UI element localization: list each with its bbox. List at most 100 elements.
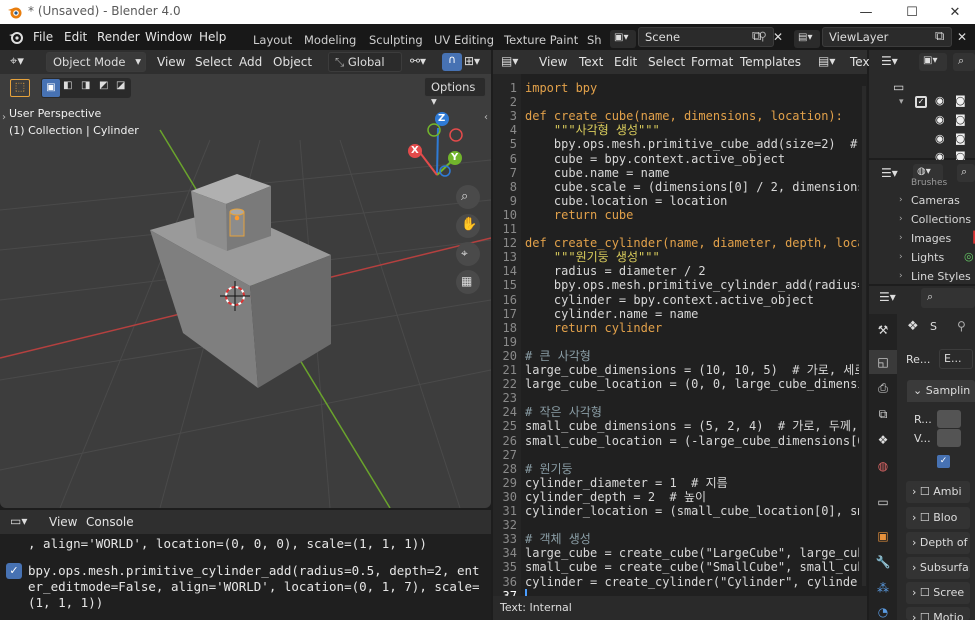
viewport-menu-view[interactable]: View xyxy=(157,55,185,69)
physics-tab-icon[interactable]: ◔ xyxy=(869,600,897,620)
code-line[interactable]: radius = diameter / 2 xyxy=(525,264,859,278)
view-layer-tab-icon[interactable]: ⧉ xyxy=(869,402,897,426)
viewlayer-selector-icon[interactable]: ▤▾ xyxy=(794,30,820,48)
browser-editor-icon[interactable]: ☰▾ xyxy=(881,166,898,180)
minimize-button[interactable]: — xyxy=(843,0,889,24)
visibility-eye-icon[interactable]: ◉ xyxy=(935,94,945,107)
code-line[interactable]: small_cube_dimensions = (5, 2, 4) # 가로, … xyxy=(525,419,859,433)
display-mode-icon[interactable]: ▣▾ xyxy=(919,53,947,71)
code-line[interactable]: cylinder = create_cylinder("Cylinder", c… xyxy=(525,575,859,589)
menu-file[interactable]: File xyxy=(33,30,53,44)
select-subtract-icon[interactable]: ◨ xyxy=(81,80,90,91)
console-editor-type-icon[interactable]: ▭▾ xyxy=(10,514,27,528)
collection-checkbox[interactable]: ✓ xyxy=(915,96,927,108)
code-line[interactable]: cube = bpy.context.active_object xyxy=(525,152,859,166)
code-line[interactable]: def create_cube(name, dimensions, locati… xyxy=(525,109,859,123)
particles-tab-icon[interactable]: ⁂ xyxy=(869,576,897,600)
code-line[interactable]: return cube xyxy=(525,208,859,222)
outliner-search-icon[interactable]: ⌕ xyxy=(953,53,975,71)
options-dropdown[interactable]: Options ▾ xyxy=(424,77,486,108)
scene-tab-icon[interactable]: ❖ xyxy=(869,428,897,452)
tab-layout[interactable]: Layout xyxy=(253,33,292,47)
expand-arrow-icon[interactable]: › xyxy=(899,252,903,262)
render-camera-icon[interactable]: ◙ xyxy=(955,94,966,107)
mode-selector[interactable]: Object Mode ▾ xyxy=(46,52,146,72)
outliner-item-images[interactable]: Images xyxy=(911,232,951,245)
ambient-occlusion-panel[interactable]: › ☐ Ambi xyxy=(906,481,970,503)
properties-editor-icon[interactable]: ☰▾ xyxy=(879,290,896,304)
world-tab-icon[interactable]: ◍ xyxy=(869,454,897,478)
tab-uv-editing[interactable]: UV Editing xyxy=(434,33,494,47)
snap-target-icon[interactable]: ⊞▾ xyxy=(464,54,480,68)
code-line[interactable]: large_cube = create_cube("LargeCube", la… xyxy=(525,546,859,560)
code-line[interactable]: # 큰 사각형 xyxy=(525,349,859,363)
expand-arrow-icon[interactable]: › xyxy=(899,195,903,205)
render-camera-icon-2[interactable]: ◙ xyxy=(955,113,966,126)
tab-modeling[interactable]: Modeling xyxy=(304,33,356,47)
render-engine-dropdown[interactable]: E... xyxy=(939,349,973,369)
text-datablock-name[interactable]: Tex xyxy=(850,55,870,69)
code-line[interactable]: cylinder_location = (small_cube_location… xyxy=(525,504,859,518)
render-tab-icon[interactable]: ◱ xyxy=(869,350,897,374)
collapse-arrow-icon[interactable]: ▾ xyxy=(899,97,904,107)
scene-selector-icon[interactable]: ▣▾ xyxy=(610,30,636,48)
screen-space-reflections-panel[interactable]: › ☐ Scree xyxy=(906,582,970,604)
code-line[interactable]: bpy.ops.mesh.primitive_cylinder_add(radi… xyxy=(525,278,859,292)
viewport-samples-field[interactable] xyxy=(937,429,961,447)
render-camera-icon-3[interactable]: ◙ xyxy=(955,132,966,145)
code-line[interactable]: cylinder_depth = 2 # 높이 xyxy=(525,490,859,504)
depth-of-field-panel[interactable]: › Depth of xyxy=(906,532,970,554)
select-intersect-icon[interactable]: ◪ xyxy=(116,80,125,91)
viewport-menu-object[interactable]: Object xyxy=(273,55,312,69)
outliner-item-lights[interactable]: Lights xyxy=(911,251,944,264)
subsurface-panel[interactable]: › Subsurfa xyxy=(906,557,970,579)
code-line[interactable] xyxy=(525,222,859,236)
pin-properties-icon[interactable]: ⚲ xyxy=(957,319,966,333)
outliner[interactable]: ☰▾ ▣▾ ⌕ ▭ ▾ ✓ ◉ ◙ ◉ ◙ ◉ ◙ ◉ ◙ xyxy=(869,50,975,163)
outliner-item-cameras[interactable]: Cameras xyxy=(911,194,960,207)
code-line[interactable] xyxy=(525,448,859,462)
code-line[interactable]: cube.name = name xyxy=(525,166,859,180)
collection-tab-icon[interactable]: ▭ xyxy=(869,490,897,514)
code-line[interactable] xyxy=(525,518,859,532)
console-menu-view[interactable]: View xyxy=(49,515,77,529)
code-line[interactable]: # 작은 사각형 xyxy=(525,405,859,419)
outliner-item-collections[interactable]: Collections xyxy=(911,213,971,226)
code-line[interactable]: cube.location = location xyxy=(525,194,859,208)
outliner-item-brushes[interactable]: Brushes xyxy=(911,178,947,186)
code-line[interactable]: """사각형 생성""" xyxy=(525,123,859,137)
code-line[interactable]: cylinder.name = name xyxy=(525,307,859,321)
code-line[interactable] xyxy=(525,335,859,349)
menu-help[interactable]: Help xyxy=(199,30,226,44)
select-extend-icon[interactable]: ◧ xyxy=(63,80,72,91)
outliner-item-line-styles[interactable]: Line Styles xyxy=(911,270,971,283)
code-line[interactable]: cylinder = bpy.context.active_object xyxy=(525,293,859,307)
code-line[interactable]: large_cube_location = (0, 0, large_cube_… xyxy=(525,377,859,391)
text-editor-type-icon[interactable]: ▤▾ xyxy=(501,54,518,68)
viewlayer-field[interactable]: ViewLayer xyxy=(822,27,952,47)
pan-hand-icon[interactable]: ✋ xyxy=(461,217,477,232)
new-scene-icon[interactable]: ⧉ xyxy=(752,29,761,44)
navigation-gizmo[interactable] xyxy=(408,112,463,177)
selected-cylinder[interactable] xyxy=(229,208,245,237)
expand-arrow-icon[interactable]: › xyxy=(899,233,903,243)
text-menu-templates[interactable]: Templates xyxy=(740,55,801,69)
object-tab-icon[interactable]: ▣ xyxy=(869,524,897,548)
sampling-panel-header[interactable]: ⌄ Samplin xyxy=(907,380,975,402)
visibility-eye-icon-2[interactable]: ◉ xyxy=(935,113,945,126)
text-menu-view[interactable]: View xyxy=(539,55,567,69)
new-viewlayer-icon[interactable]: ⧉ xyxy=(935,29,944,44)
text-menu-select[interactable]: Select xyxy=(648,55,685,69)
viewport-menu-add[interactable]: Add xyxy=(239,55,262,69)
select-new-icon[interactable]: ▣ xyxy=(42,79,60,97)
code-line[interactable]: small_cube = create_cube("SmallCube", sm… xyxy=(525,560,859,574)
code-line[interactable]: return cylinder xyxy=(525,321,859,335)
maximize-button[interactable]: ☐ xyxy=(889,0,935,24)
code-line[interactable]: def create_cylinder(name, diameter, dept… xyxy=(525,236,859,250)
menu-window[interactable]: Window xyxy=(145,30,192,44)
console-menu-console[interactable]: Console xyxy=(86,515,134,529)
close-button[interactable]: ✕ xyxy=(932,0,975,24)
properties-search-icon[interactable]: ⌕ xyxy=(921,288,975,308)
delete-scene-icon[interactable]: ✕ xyxy=(773,30,783,44)
snap-icon[interactable]: ∩ xyxy=(442,53,462,71)
